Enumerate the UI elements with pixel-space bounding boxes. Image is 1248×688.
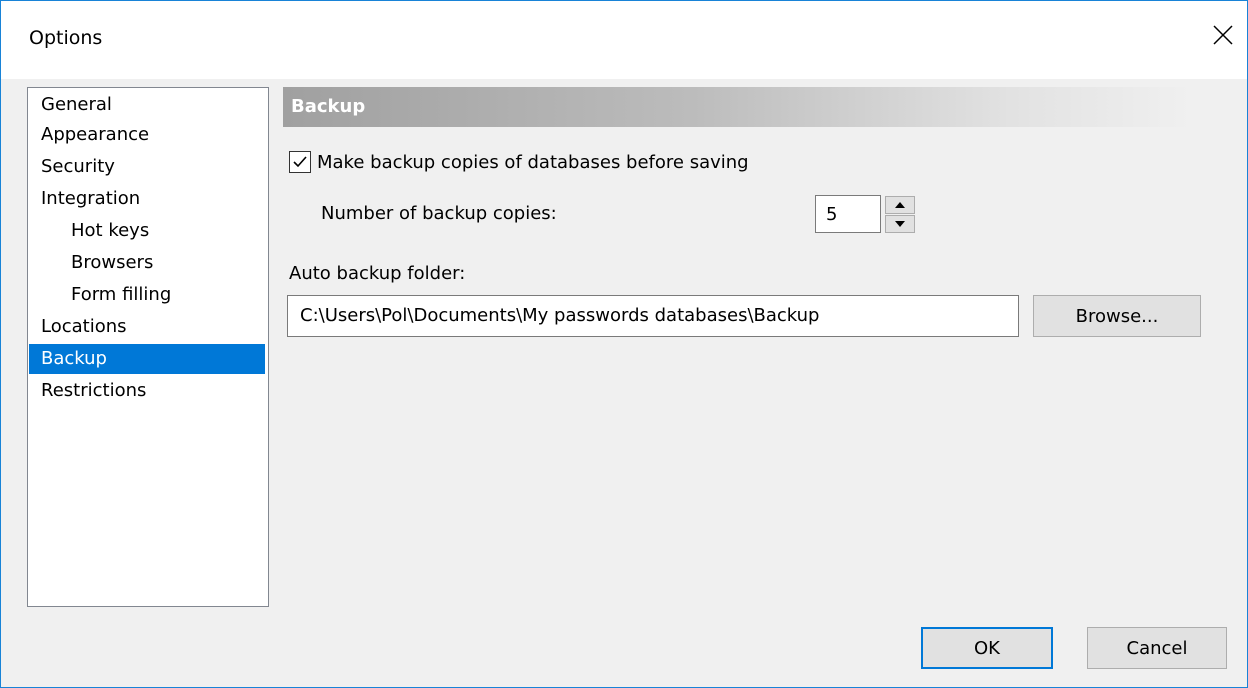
nav-item-restrictions[interactable]: Restrictions [29,376,265,406]
nav-item-browsers[interactable]: Browsers [29,248,265,278]
arrow-down-icon [895,221,905,227]
nav-item-hot-keys[interactable]: Hot keys [29,216,265,246]
ok-button[interactable]: OK [921,627,1053,669]
cancel-button[interactable]: Cancel [1087,627,1227,669]
make-backup-copies-checkbox[interactable] [289,151,311,173]
backup-copies-value: 5 [826,204,838,225]
options-dialog: Options General Appearance Security Inte… [0,0,1248,688]
nav-item-security[interactable]: Security [29,152,265,182]
arrow-up-icon [895,202,905,208]
auto-backup-folder-input[interactable]: C:\Users\Pol\Documents\My passwords data… [287,295,1019,337]
backup-copies-label: Number of backup copies: [321,203,557,224]
checkmark-icon [293,156,307,168]
spin-down-button[interactable] [885,215,915,233]
make-backup-copies-label: Make backup copies of databases before s… [317,151,749,173]
close-button[interactable] [1203,15,1243,55]
browse-button[interactable]: Browse... [1033,295,1201,337]
close-icon [1213,25,1233,45]
nav-item-locations[interactable]: Locations [29,312,265,342]
nav-item-appearance[interactable]: Appearance [29,120,265,150]
nav-item-general[interactable]: General [29,90,265,120]
options-category-list[interactable]: General Appearance Security Integration … [27,87,269,607]
backup-copies-field[interactable]: 5 [815,195,881,233]
section-title: Backup [291,96,366,117]
make-backup-copies-option[interactable]: Make backup copies of databases before s… [289,149,749,175]
auto-backup-folder-label: Auto backup folder: [289,263,466,284]
window-title: Options [29,27,103,49]
title-bar: Options [1,1,1247,79]
nav-item-form-filling[interactable]: Form filling [29,280,265,310]
spin-up-button[interactable] [885,196,915,214]
nav-item-backup[interactable]: Backup [29,344,265,374]
nav-item-integration[interactable]: Integration [29,184,265,214]
section-header: Backup [283,87,1193,127]
